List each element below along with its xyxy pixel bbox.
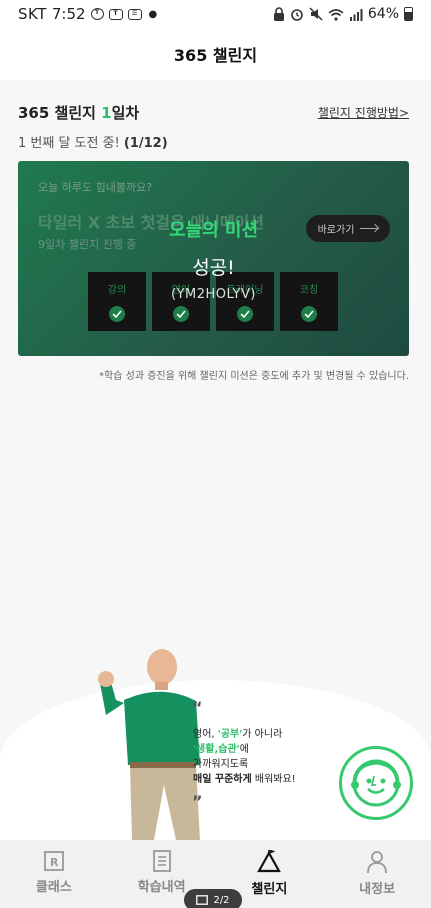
wifi-icon [328, 8, 344, 21]
coach-face-icon [351, 759, 401, 807]
more-notifications-icon: ● [148, 8, 158, 20]
attempt-count: (1/12) [123, 136, 168, 151]
quote-highlight: '공부' [217, 729, 243, 740]
nav-label: 학습내역 [137, 880, 186, 895]
challenge-day-title: 365 챌린지 1일차 [18, 102, 139, 123]
challenge-title-suffix: 일차 [111, 104, 140, 122]
person-icon [367, 851, 388, 874]
class-icon: R [43, 851, 64, 871]
lock-icon [273, 7, 284, 21]
flag-tent-icon [257, 850, 282, 873]
nav-item-profile[interactable]: 내정보 [323, 840, 431, 908]
svg-text:R: R [50, 856, 59, 869]
carrier-label: SKT [18, 5, 47, 23]
quote-text: 에 [239, 744, 249, 755]
quote-text: 배워봐요! [251, 774, 296, 785]
app-icon: ☰ [127, 8, 142, 20]
app-header: 365 챌린지 [0, 28, 431, 80]
quote-emphasis: 매일 꾸준하게 [193, 774, 252, 785]
quote-text: 가까워지도록 [193, 759, 249, 770]
open-quote-icon: “ [192, 698, 203, 717]
nav-label: 클래스 [35, 880, 72, 895]
today-mission-card[interactable]: 오늘 하루도 힘내볼까요? 타일러 X 초보 첫걸음 애니메이션 9일차 챌린지… [18, 161, 409, 356]
page-indicator-text: 2/2 [213, 894, 230, 906]
close-quote-icon: ” [192, 792, 203, 811]
status-bar: SKT 7:52 T T ☰ ● 64% [0, 0, 431, 28]
notification-icon: T [108, 8, 123, 20]
challenge-attempt-status: 1 번째 달 도전 중! (1/12) [0, 132, 431, 151]
mission-success-title: 오늘의 미션 [168, 220, 259, 241]
battery-icon [404, 7, 413, 21]
promo-quote: 영어, '공부'가 아니라 '생활,습관'에 가까워지도록 매일 꾸준하게 배워… [193, 727, 296, 787]
mission-success-text: 성공! [192, 257, 235, 279]
mission-success-overlay: 오늘의 미션 성공! (YM2HOLYV) [18, 161, 409, 356]
screenshot-icon [196, 895, 209, 905]
mute-icon [309, 7, 323, 21]
clock: 7:52 [51, 5, 86, 23]
model-thumbs-up-illustration [98, 649, 200, 840]
mission-success-code: (YM2HOLYV) [171, 287, 256, 302]
quote-text: 영어, [193, 729, 218, 740]
challenge-progress: 365 챌린지 1일차 챌린지 진행방법> 1 번째 달 도전 중! (1/12… [0, 88, 431, 151]
challenge-howto-link[interactable]: 챌린지 진행방법> [318, 104, 409, 121]
alarm-icon [291, 9, 303, 21]
page-title: 365 챌린지 [173, 46, 258, 65]
ai-coach-button[interactable] [339, 746, 413, 820]
message-icon: T [90, 8, 104, 20]
challenge-title-prefix: 365 챌린지 [18, 104, 102, 122]
mission-notice: *학습 성과 증진을 위해 챌린지 미션은 중도에 추가 및 변경될 수 있습니… [99, 371, 409, 382]
signal-icon [349, 8, 363, 21]
history-icon [152, 850, 171, 872]
battery-percent: 64% [367, 6, 399, 22]
challenge-day-number: 1 [101, 104, 112, 122]
nav-label: 내정보 [359, 882, 396, 897]
nav-item-class[interactable]: R 클래스 [0, 840, 108, 908]
page-indicator: 2/2 [184, 889, 242, 908]
attempt-text: 1 번째 달 도전 중! [18, 136, 124, 151]
quote-highlight: '생활,습관' [193, 744, 240, 755]
nav-label: 챌린지 [251, 882, 288, 897]
quote-text: 가 아니라 [242, 729, 283, 740]
